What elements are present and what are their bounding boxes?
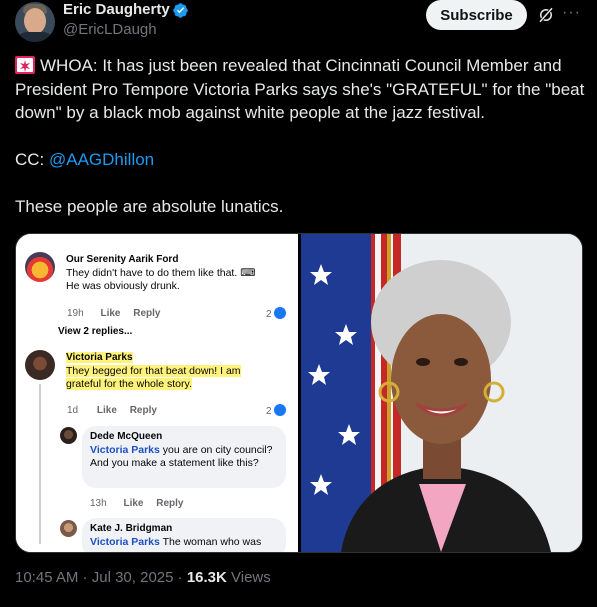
tweet-paragraph-2: CC: @AAGDhillon xyxy=(15,148,585,172)
victoria-parks-avatar xyxy=(25,350,55,380)
reaction-count: 2 xyxy=(266,307,287,320)
verified-badge-icon xyxy=(173,3,188,18)
views-count: 16.3K xyxy=(186,569,227,586)
reply-link[interactable]: Reply xyxy=(130,405,157,416)
portrait-photo[interactable] xyxy=(301,234,582,552)
comment-text: Victoria Parks you are on city council? … xyxy=(90,444,282,470)
comment-1: Our Serenity Aarik Ford They didn't have… xyxy=(66,254,286,293)
tweet-text: WHOA: It has just been revealed that Cin… xyxy=(15,54,585,219)
commenter-avatar xyxy=(25,252,55,282)
commenter-avatar xyxy=(60,520,77,537)
comment-body: The woman who was xyxy=(159,536,262,548)
views-label: Views xyxy=(226,569,271,586)
reaction-count: 2 xyxy=(266,404,287,417)
commenter-name: Kate J. Bridgman xyxy=(90,523,173,534)
comment-text: Victoria Parks The woman who was xyxy=(90,536,282,549)
separator: · xyxy=(78,569,92,586)
like-link[interactable]: Like xyxy=(100,308,120,319)
commenter-name: Our Serenity Aarik Ford xyxy=(66,254,179,265)
separator: · xyxy=(173,569,187,586)
comment-3: Dede McQueen Victoria Parks you are on c… xyxy=(90,431,282,470)
subscribe-button[interactable]: Subscribe xyxy=(426,0,527,30)
like-reaction-icon xyxy=(274,404,287,416)
facebook-comments-screenshot[interactable]: Our Serenity Aarik Ford They didn't have… xyxy=(16,234,298,552)
mention-tag[interactable]: Victoria Parks xyxy=(90,444,160,456)
commenter-name: Dede McQueen xyxy=(90,431,163,442)
grok-icon[interactable] xyxy=(537,6,555,24)
author-handle[interactable]: @EricLDaugh xyxy=(63,21,157,38)
mention-tag[interactable]: Victoria Parks xyxy=(90,536,160,548)
comment-time: 19h xyxy=(67,308,84,319)
reply-link[interactable]: Reply xyxy=(133,308,160,319)
cc-prefix: CC: xyxy=(15,149,49,169)
tweet-footer: 10:45 AM · Jul 30, 2025 · 16.3K Views xyxy=(15,569,271,586)
author-name[interactable]: Eric Daugherty xyxy=(63,1,170,18)
portrait-illustration xyxy=(301,234,582,552)
tweet-paragraph-3: These people are absolute lunatics. xyxy=(15,197,284,216)
comment-text: They begged for that beat down! I am gra… xyxy=(66,365,278,391)
like-link[interactable]: Like xyxy=(97,405,117,416)
commenter-avatar xyxy=(60,427,77,444)
tweet-line-1: WHOA: It has just been revealed that Cin… xyxy=(15,56,585,122)
comment-3-meta: 13h Like Reply xyxy=(90,498,184,509)
like-link[interactable]: Like xyxy=(123,498,143,509)
comment-1-meta: 19h Like Reply xyxy=(67,308,161,319)
commenter-name: Victoria Parks xyxy=(66,352,133,363)
comment-2-meta: 1d Like Reply xyxy=(67,405,157,416)
author-avatar[interactable] xyxy=(15,2,55,42)
comment-2: Victoria Parks They begged for that beat… xyxy=(66,352,278,391)
mention-link[interactable]: @AAGDhillon xyxy=(49,150,154,169)
comment-time: 13h xyxy=(90,498,107,509)
reply-link[interactable]: Reply xyxy=(156,498,183,509)
reaction-number: 2 xyxy=(266,309,272,320)
tweet-time[interactable]: 10:45 AM xyxy=(15,569,78,586)
tweet-date[interactable]: Jul 30, 2025 xyxy=(92,569,174,586)
comment-time: 1d xyxy=(67,405,79,416)
siren-icon xyxy=(15,56,35,74)
like-reaction-icon xyxy=(274,307,287,319)
tweet-media[interactable]: Our Serenity Aarik Ford They didn't have… xyxy=(15,233,583,553)
more-options-icon[interactable]: ··· xyxy=(562,4,581,22)
comment-4: Kate J. Bridgman Victoria Parks The woma… xyxy=(90,523,282,549)
thread-line xyxy=(39,384,41,544)
reaction-number: 2 xyxy=(266,406,272,417)
tweet-paragraph-1: WHOA: It has just been revealed that Cin… xyxy=(15,54,585,125)
highlighted-comment-text: They begged for that beat down! I am gra… xyxy=(66,365,241,390)
comment-text: They didn't have to do them like that. ⌨… xyxy=(66,267,256,292)
view-replies-link[interactable]: View 2 replies... xyxy=(58,326,132,337)
